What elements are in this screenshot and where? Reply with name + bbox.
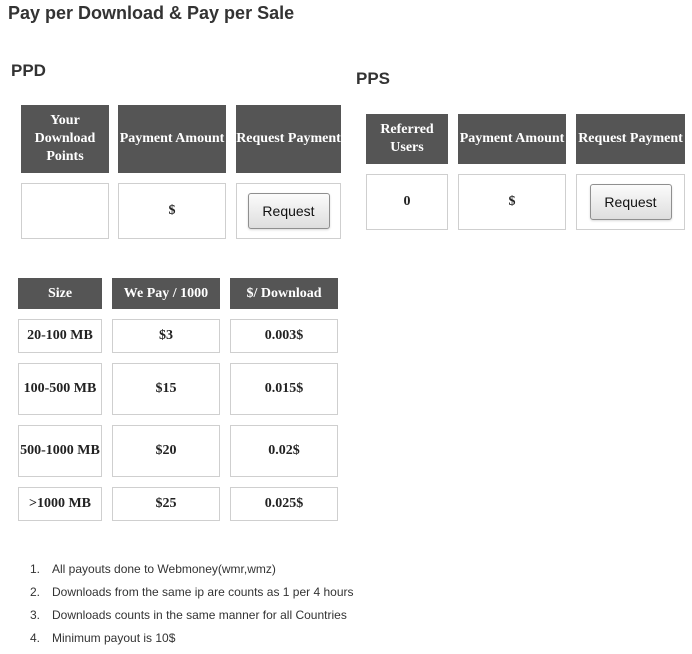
rates-pay-cell: $3 xyxy=(112,319,220,353)
pps-heading: PPS xyxy=(356,69,391,88)
pps-header-request: Request Payment xyxy=(576,114,685,164)
list-item: 1. All payouts done to Webmoney(wmr,wmz) xyxy=(30,562,276,576)
note-text: Minimum payout is 10$ xyxy=(52,631,176,645)
list-item: 3. Downloads counts in the same manner fo… xyxy=(30,608,347,622)
rates-pay-cell: $25 xyxy=(112,487,220,521)
rates-size-cell: 100-500 MB xyxy=(18,363,102,415)
ppd-amount-value: $ xyxy=(118,183,226,239)
rates-size-cell: 500-1000 MB xyxy=(18,425,102,477)
note-text: Downloads from the same ip are counts as… xyxy=(52,585,354,599)
ppd-heading: PPD xyxy=(11,61,46,80)
ppd-request-cell: Request xyxy=(236,183,341,239)
rates-size-cell: 20-100 MB xyxy=(18,319,102,353)
rates-per-download-cell: 0.02$ xyxy=(230,425,338,477)
pps-request-button[interactable]: Request xyxy=(589,184,672,220)
pps-users-value: 0 xyxy=(366,174,448,230)
rates-pay-cell: $15 xyxy=(112,363,220,415)
pps-request-cell: Request xyxy=(576,174,685,230)
rates-header-size: Size xyxy=(18,278,102,309)
page-title: Pay per Download & Pay per Sale xyxy=(8,3,295,23)
list-item: 2. Downloads from the same ip are counts … xyxy=(30,585,354,599)
ppd-points-value xyxy=(21,183,109,239)
rates-per-download-cell: 0.025$ xyxy=(230,487,338,521)
payout-notes-list: 1. All payouts done to Webmoney(wmr,wmz) … xyxy=(30,562,354,654)
rates-size-cell: >1000 MB xyxy=(18,487,102,521)
ppd-header-request: Request Payment xyxy=(236,105,341,173)
ppd-header-amount: Payment Amount xyxy=(118,105,226,173)
ppd-request-button[interactable]: Request xyxy=(247,193,330,229)
rates-per-download-cell: 0.015$ xyxy=(230,363,338,415)
pps-amount-value: $ xyxy=(458,174,566,230)
pps-header-amount: Payment Amount xyxy=(458,114,566,164)
pps-header-users: Referred Users xyxy=(366,114,448,164)
rates-header-pay: We Pay / 1000 xyxy=(112,278,220,309)
ppd-header-points: Your Download Points xyxy=(21,105,109,173)
rates-per-download-cell: 0.003$ xyxy=(230,319,338,353)
rates-header-per-download: $/ Download xyxy=(230,278,338,309)
list-item: 4. Minimum payout is 10$ xyxy=(30,631,176,645)
rates-pay-cell: $20 xyxy=(112,425,220,477)
note-text: All payouts done to Webmoney(wmr,wmz) xyxy=(52,562,276,576)
note-text: Downloads counts in the same manner for … xyxy=(52,608,347,622)
